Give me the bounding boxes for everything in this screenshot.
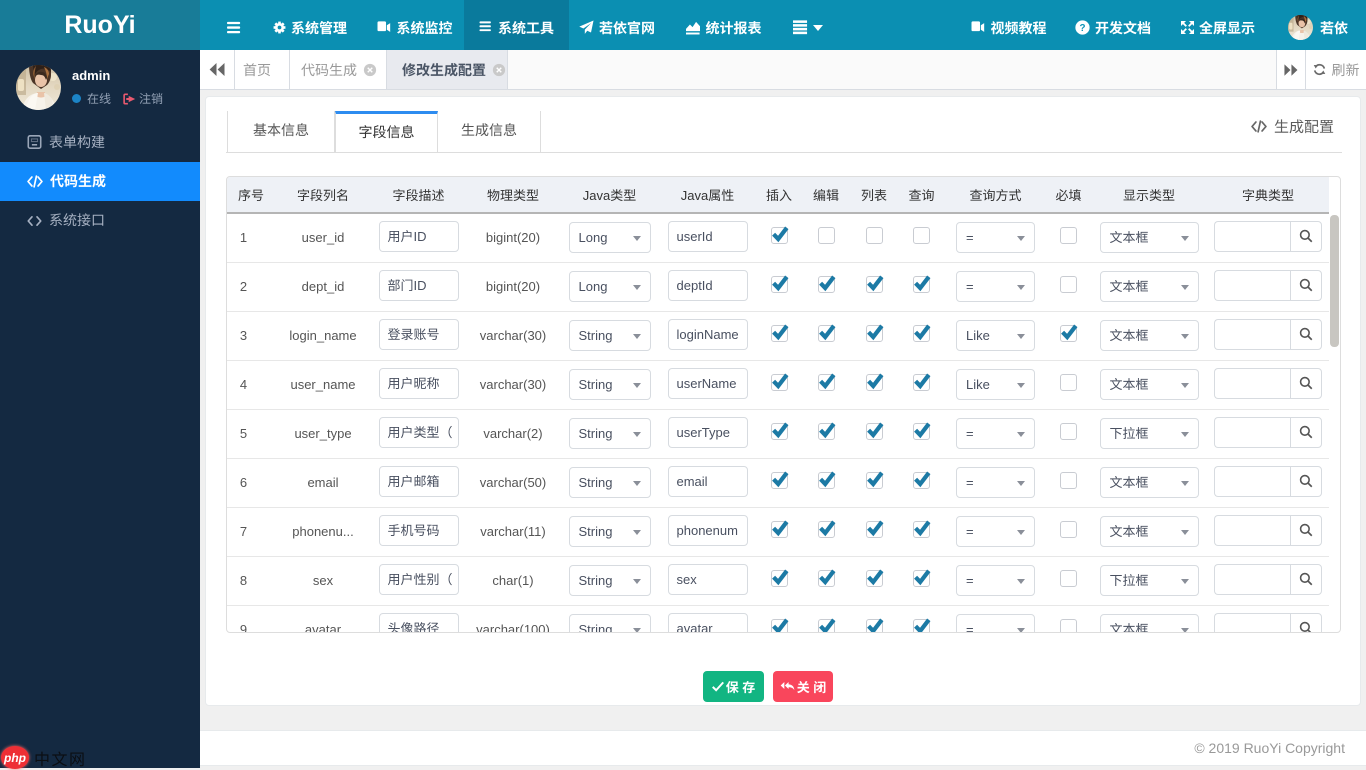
svg-text:?: ?	[1079, 23, 1085, 34]
